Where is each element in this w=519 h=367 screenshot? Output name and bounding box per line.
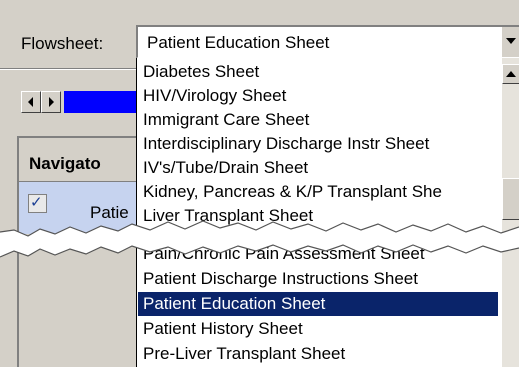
chevron-down-icon (506, 38, 516, 44)
dropdown-item-pre-liver-transplant[interactable]: Pre-Liver Transplant Sheet (143, 342, 345, 366)
navigator-header: Navigato (19, 146, 149, 182)
dropdown-item-liver-transplant[interactable]: Liver Transplant Sheet (143, 204, 313, 228)
dropdown-item-patient-education[interactable]: Patient Education Sheet (138, 292, 498, 316)
scroll-arrows (21, 91, 61, 113)
dropdown-item-hiv-virology[interactable]: HIV/Virology Sheet (143, 84, 286, 108)
dropdown-item-ivs-tube-drain[interactable]: IV's/Tube/Drain Sheet (143, 156, 308, 180)
dropdown-item-interdisciplinary-discharge[interactable]: Interdisciplinary Discharge Instr Sheet (143, 132, 429, 156)
dropdown-item-patient-discharge[interactable]: Patient Discharge Instructions Sheet (143, 267, 418, 291)
dropdown-item-kidney-pancreas[interactable]: Kidney, Pancreas & K/P Transplant She (143, 180, 442, 204)
dropdown-item-patient-history[interactable]: Patient History Sheet (143, 317, 303, 341)
navigator-title: Navigato (29, 154, 101, 173)
combo-dropdown-button[interactable] (501, 27, 519, 57)
arrow-right-icon (49, 97, 54, 107)
dropdown-scrollbar[interactable] (502, 58, 519, 367)
dropdown-item-immigrant-care[interactable]: Immigrant Care Sheet (143, 108, 309, 132)
dropdown-item-pain-assessment[interactable]: Pain/Chronic Pain Assessment Sheet (143, 242, 425, 266)
flowsheet-selected-value: Patient Education Sheet (147, 33, 330, 52)
flowsheet-dropdown-list[interactable]: Diabetes Sheet HIV/Virology Sheet Immigr… (136, 58, 519, 367)
dropdown-item-diabetes[interactable]: Diabetes Sheet (143, 60, 259, 84)
scroll-up-button[interactable] (502, 64, 519, 84)
flowsheet-label: Flowsheet: (21, 34, 104, 53)
navigator-row-label: Patie (90, 203, 129, 222)
flowsheet-combobox[interactable]: Patient Education Sheet (136, 25, 519, 59)
arrow-left-icon (28, 97, 33, 107)
timeline-bar[interactable] (64, 91, 144, 113)
scrollbar-thumb[interactable] (502, 178, 519, 220)
scroll-left-button[interactable] (21, 91, 41, 113)
flowsheet-window: Flowsheet: Patient Education Sheet Navig… (0, 0, 519, 367)
navigator-checkbox[interactable]: ✓ (28, 194, 47, 213)
scroll-right-button[interactable] (41, 91, 61, 113)
checkbox-checked-icon: ✓ (30, 194, 43, 211)
left-frame (17, 262, 19, 367)
arrow-up-icon (506, 71, 516, 77)
